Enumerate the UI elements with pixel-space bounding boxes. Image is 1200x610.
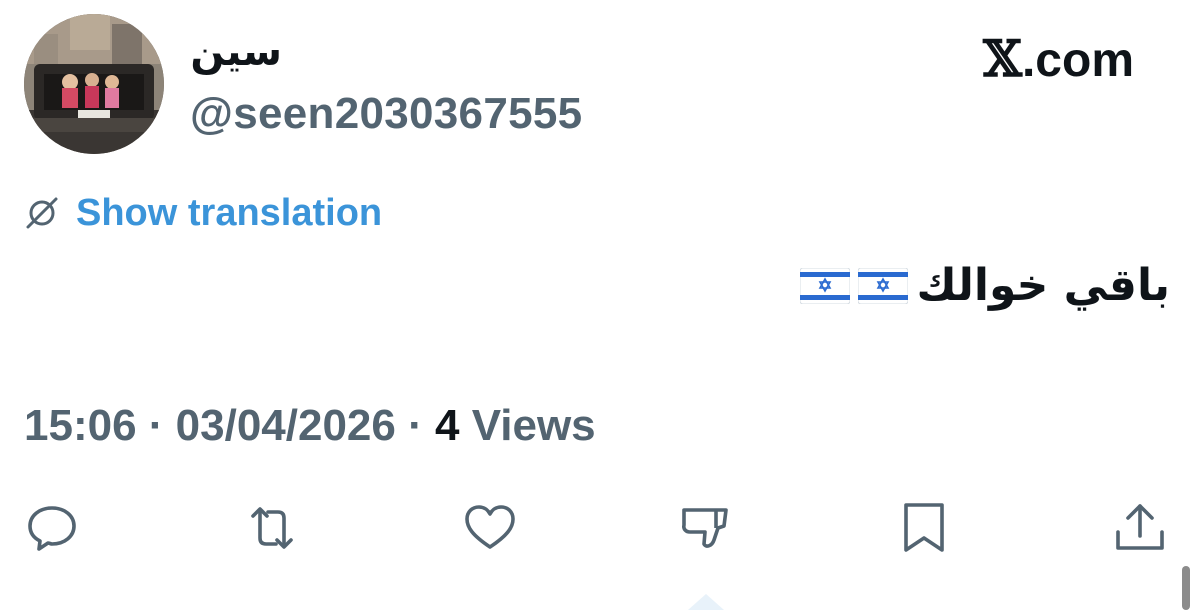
repost-button[interactable]: [244, 500, 300, 556]
like-button[interactable]: [462, 500, 518, 556]
display-name[interactable]: سين: [190, 32, 282, 72]
share-icon: [1116, 504, 1164, 550]
israel-flag-icon: [858, 268, 909, 305]
translation-row[interactable]: Show translation: [24, 194, 382, 232]
share-button[interactable]: [1112, 500, 1168, 556]
next-item-peek: [688, 594, 724, 610]
tweet-card: سين @seen2030367555 𝕏.com Show translati…: [0, 0, 1200, 610]
handle[interactable]: @seen2030367555: [190, 92, 582, 136]
scrollbar[interactable]: [1182, 566, 1190, 610]
like-icon: [465, 505, 515, 549]
reply-icon: [28, 506, 76, 551]
x-logo-domain: .com: [1021, 34, 1134, 87]
avatar-image: [24, 14, 164, 154]
tweet-meta: 15:06 · 03/04/2026 · 4 Views: [24, 404, 596, 448]
tweet-text-row: باقي خوالك: [800, 260, 1170, 311]
tweet-time[interactable]: 15:06: [24, 401, 137, 450]
x-logo-glyph: 𝕏: [983, 29, 1022, 88]
views-label: Views: [459, 401, 596, 450]
bookmark-icon: [904, 503, 944, 552]
globe-icon: [26, 197, 58, 229]
israel-flag-icon: [800, 268, 851, 305]
avatar[interactable]: [24, 14, 164, 154]
tweet-date[interactable]: 03/04/2026: [176, 401, 396, 450]
repost-icon: [251, 507, 293, 549]
reply-button[interactable]: [24, 500, 80, 556]
bookmark-button[interactable]: [896, 500, 952, 556]
meta-separator: ·: [395, 401, 435, 450]
x-logo: 𝕏.com: [983, 34, 1134, 85]
dislike-icon: [682, 508, 728, 548]
dislike-button[interactable]: [678, 500, 734, 556]
meta-separator: ·: [136, 401, 176, 450]
views-count: 4: [434, 401, 460, 450]
tweet-text: باقي خوالك: [916, 260, 1170, 311]
show-translation-link[interactable]: Show translation: [76, 194, 382, 232]
